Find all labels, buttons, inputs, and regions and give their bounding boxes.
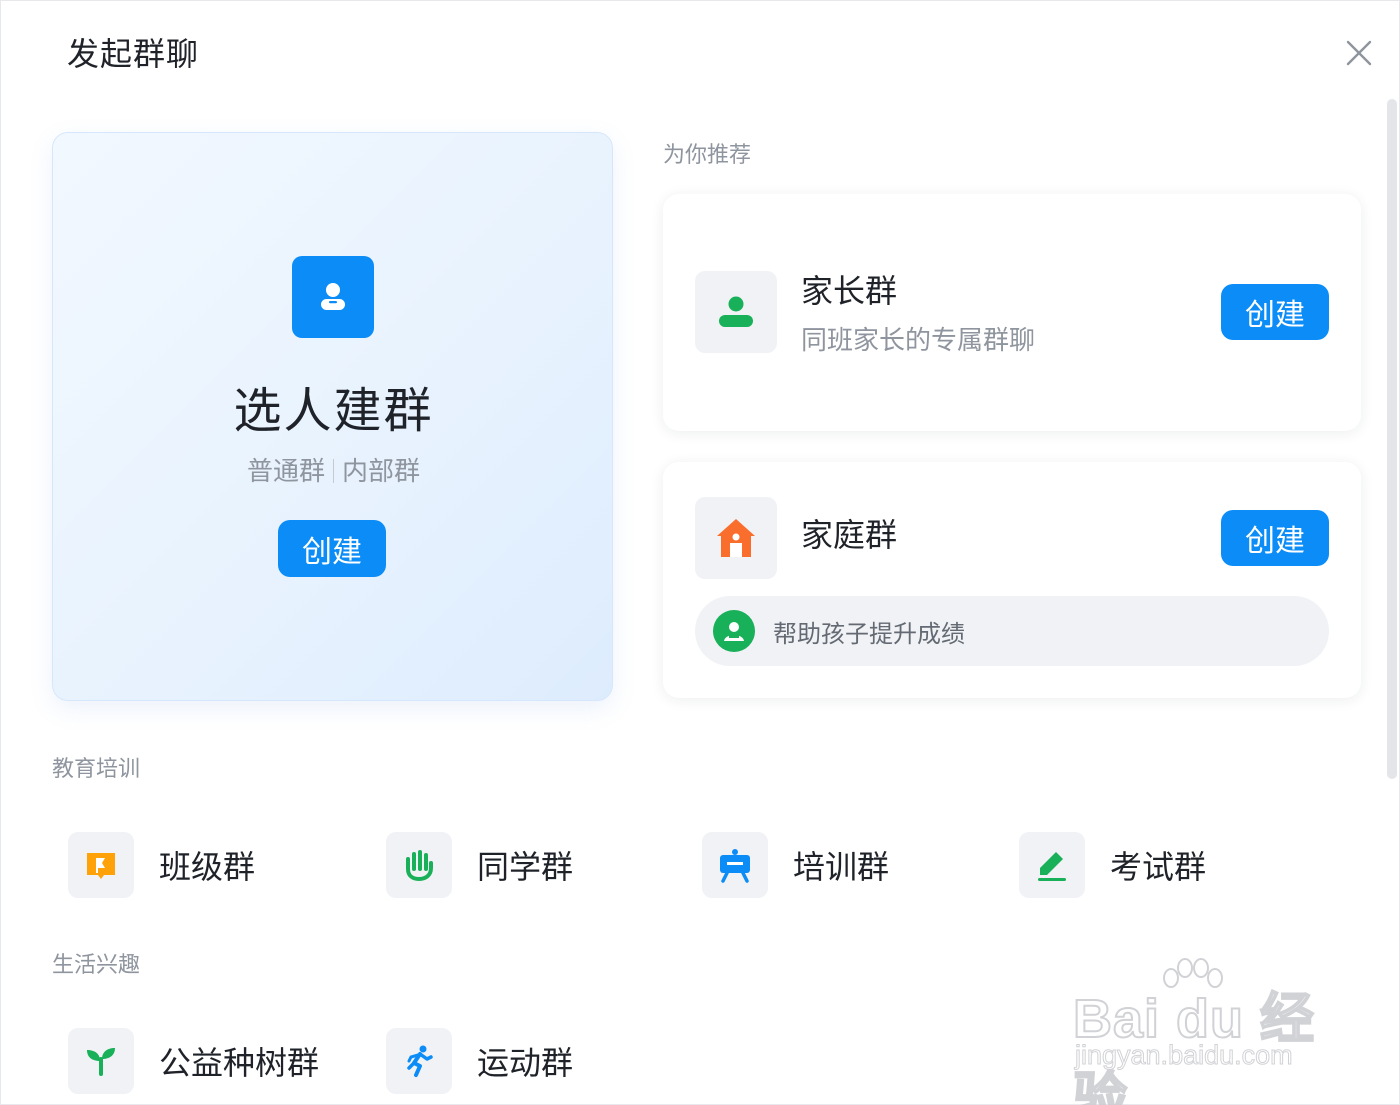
sprout-icon bbox=[68, 1028, 134, 1094]
baidu-jingyan-watermark: Bai du 经验 jingyan.baidu.com bbox=[1072, 956, 1333, 1105]
divider bbox=[333, 459, 334, 483]
education-label: 教育培训 bbox=[52, 757, 141, 782]
normal-group-label: 普通群 bbox=[246, 457, 325, 487]
classmate-group-item[interactable]: 同学群 bbox=[386, 832, 646, 898]
tree-group-label: 公益种树群 bbox=[159, 1044, 320, 1082]
recommend-label: 为你推荐 bbox=[663, 143, 752, 168]
exam-group-label: 考试群 bbox=[1110, 848, 1207, 886]
person-icon bbox=[292, 256, 374, 338]
presentation-icon bbox=[702, 832, 768, 898]
pick-subtitle: 普通群 内部群 bbox=[53, 451, 614, 488]
life-label: 生活兴趣 bbox=[52, 953, 141, 978]
parents-group-desc: 同班家长的专属群聊 bbox=[801, 326, 1036, 356]
close-button[interactable] bbox=[1339, 33, 1379, 73]
hand-icon bbox=[386, 832, 452, 898]
classmate-group-label: 同学群 bbox=[477, 848, 574, 886]
watermark-sub: jingyan.baidu.com bbox=[1075, 1040, 1294, 1071]
internal-group-label: 内部群 bbox=[342, 457, 421, 487]
tree-group-item[interactable]: 公益种树群 bbox=[68, 1028, 348, 1094]
family-tip-banner[interactable]: 帮助孩子提升成绩 bbox=[695, 596, 1329, 666]
close-icon bbox=[1346, 40, 1372, 66]
family-create-button[interactable]: 创建 bbox=[1221, 510, 1329, 566]
family-group-name: 家庭群 bbox=[801, 516, 898, 554]
exam-group-item[interactable]: 考试群 bbox=[1019, 832, 1279, 898]
teacher-icon bbox=[713, 610, 755, 652]
dialog-title: 发起群聊 bbox=[67, 35, 200, 73]
parents-group-card[interactable]: 家长群 同班家长的专属群聊 创建 bbox=[663, 194, 1361, 431]
class-group-item[interactable]: 班级群 bbox=[68, 832, 328, 898]
create-group-dialog: 发起群聊 选人建群 普通群 内部群 创建 为你推荐 家长群 同班家长的专属群聊 … bbox=[0, 0, 1400, 1105]
class-group-label: 班级群 bbox=[159, 848, 256, 886]
scrollbar[interactable] bbox=[1387, 99, 1397, 779]
parents-create-button[interactable]: 创建 bbox=[1221, 284, 1329, 340]
sports-group-label: 运动群 bbox=[477, 1044, 574, 1082]
parents-group-name: 家长群 bbox=[801, 272, 898, 310]
training-group-label: 培训群 bbox=[793, 848, 890, 886]
runner-icon bbox=[386, 1028, 452, 1094]
training-group-item[interactable]: 培训群 bbox=[702, 832, 962, 898]
pick-members-card[interactable]: 选人建群 普通群 内部群 创建 bbox=[52, 132, 613, 701]
family-group-card[interactable]: 家庭群 创建 帮助孩子提升成绩 bbox=[663, 462, 1361, 698]
family-tip-text: 帮助孩子提升成绩 bbox=[773, 620, 965, 648]
parent-person-icon bbox=[695, 271, 777, 353]
pick-title: 选人建群 bbox=[233, 383, 434, 439]
pick-create-button[interactable]: 创建 bbox=[278, 520, 386, 577]
pencil-icon bbox=[1019, 832, 1085, 898]
book-flag-icon bbox=[68, 832, 134, 898]
sports-group-item[interactable]: 运动群 bbox=[386, 1028, 646, 1094]
house-icon bbox=[695, 497, 777, 579]
